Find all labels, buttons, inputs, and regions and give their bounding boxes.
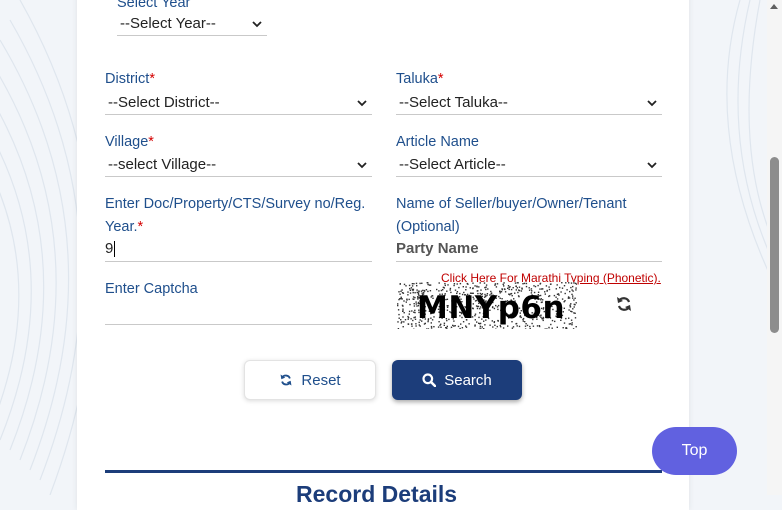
top-label: Top bbox=[682, 442, 708, 460]
refresh-icon bbox=[279, 373, 293, 387]
district-label: District* bbox=[105, 68, 155, 91]
captcha-code: MNYp6n bbox=[417, 290, 565, 326]
search-label: Search bbox=[444, 372, 492, 389]
village-label: Village* bbox=[105, 131, 154, 154]
back-to-top-button[interactable]: Top bbox=[652, 427, 737, 475]
chevron-down-icon bbox=[646, 159, 658, 171]
captcha-input[interactable] bbox=[105, 299, 372, 325]
chevron-down-icon bbox=[646, 97, 658, 109]
captcha-label: Enter Captcha bbox=[105, 278, 198, 301]
chevron-down-icon bbox=[251, 18, 263, 30]
year-select[interactable]: --Select Year-- bbox=[117, 12, 267, 36]
article-name-label: Article Name bbox=[396, 131, 479, 154]
section-divider bbox=[105, 470, 662, 473]
taluka-label: Taluka* bbox=[396, 68, 444, 91]
chevron-down-icon bbox=[356, 97, 368, 109]
village-select[interactable]: --select Village-- bbox=[105, 153, 372, 177]
party-name-label: Name of Seller/buyer/Owner/Tenant (Optio… bbox=[396, 193, 627, 239]
scroll-up-arrow-icon[interactable] bbox=[770, 4, 778, 9]
party-name-input[interactable]: Party Name bbox=[396, 236, 662, 262]
scrollbar-thumb[interactable] bbox=[770, 157, 779, 333]
reset-button[interactable]: Reset bbox=[244, 360, 376, 400]
search-icon bbox=[422, 373, 436, 387]
taluka-select[interactable]: --Select Taluka-- bbox=[396, 91, 662, 115]
article-select[interactable]: --Select Article-- bbox=[396, 153, 662, 177]
captcha-image: MNYp6n bbox=[397, 282, 577, 329]
search-button[interactable]: Search bbox=[392, 360, 522, 400]
doc-number-input[interactable]: 9 bbox=[105, 236, 372, 262]
district-select[interactable]: --Select District-- bbox=[105, 91, 372, 115]
chevron-down-icon bbox=[356, 159, 368, 171]
doc-number-label: Enter Doc/Property/CTS/Survey no/Reg. Ye… bbox=[105, 193, 365, 239]
reset-label: Reset bbox=[301, 372, 340, 389]
refresh-captcha-icon[interactable] bbox=[615, 295, 633, 313]
text-caret bbox=[114, 241, 115, 257]
